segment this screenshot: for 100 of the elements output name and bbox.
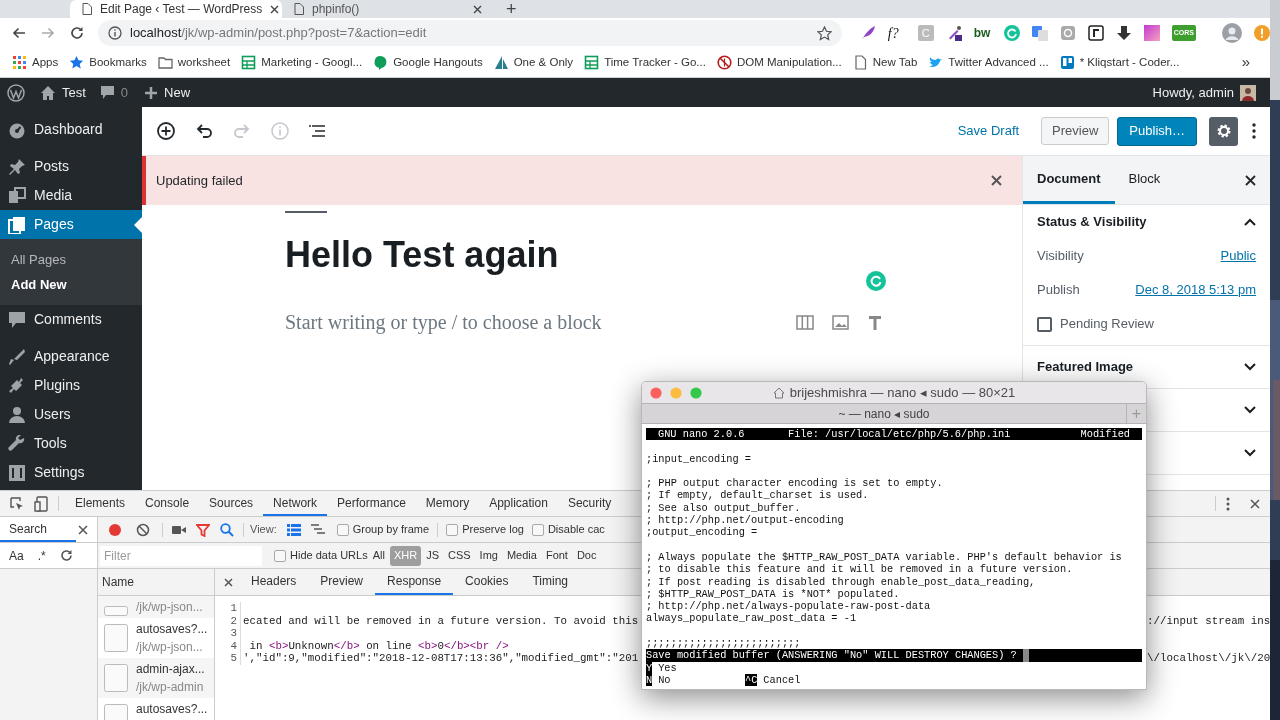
gradient-icon[interactable] — [1143, 25, 1160, 41]
bookmark[interactable]: Twitter Advanced ... — [928, 53, 1049, 72]
search-option-button[interactable]: .* — [37, 546, 46, 565]
bookmark[interactable]: Apps — [12, 53, 59, 72]
chevron-down-icon[interactable] — [1244, 406, 1256, 414]
panel-toggle[interactable]: Status & Visibility — [1037, 212, 1147, 232]
columns-icon[interactable] — [796, 314, 814, 330]
bookmark[interactable]: DOM Manipulation... — [716, 53, 842, 72]
browser-tab[interactable]: Edit Page ‹ Test — WordPress — [70, 0, 282, 18]
type-filter[interactable]: CSS — [443, 545, 475, 566]
field-value-link[interactable]: Public — [1220, 246, 1256, 266]
submenu-item[interactable]: All Pages — [0, 247, 142, 272]
chevron-up-icon[interactable] — [1244, 218, 1256, 226]
more-bookmarks-button[interactable]: » — [1241, 51, 1250, 74]
image-icon[interactable] — [832, 314, 849, 330]
extension-button[interactable]: bw — [973, 24, 992, 42]
devtools-tab[interactable]: Elements — [65, 491, 136, 516]
bookmark[interactable]: worksheet — [157, 53, 231, 72]
close-icon[interactable] — [473, 4, 482, 14]
bookmark[interactable]: Google Hangouts — [373, 53, 483, 72]
detail-tab[interactable]: Headers — [239, 569, 309, 595]
download-icon[interactable] — [1115, 25, 1132, 41]
waterfall-view-icon[interactable] — [310, 523, 325, 536]
devtools-tab[interactable]: Application — [479, 491, 558, 516]
search-icon[interactable] — [220, 522, 234, 537]
reload-icon[interactable] — [70, 26, 84, 40]
type-filter[interactable]: All — [368, 545, 389, 566]
chevron-down-icon[interactable] — [1244, 449, 1256, 457]
undo-icon[interactable] — [194, 121, 214, 141]
sidebar-tab[interactable]: Block — [1114, 156, 1175, 204]
close-icon[interactable] — [991, 175, 1002, 186]
request-row[interactable]: admin-ajax... /jk/wp-admin — [98, 658, 214, 698]
address-bar[interactable]: localhost/jk/wp-admin/post.php?post=7&action=edit — [98, 20, 842, 46]
menu-item[interactable]: Posts — [0, 152, 142, 181]
type-filter[interactable]: Img — [475, 545, 502, 566]
settings-button[interactable] — [1209, 116, 1238, 146]
submenu-item[interactable]: Add New — [0, 272, 142, 297]
site-name-link[interactable]: Test — [62, 82, 86, 103]
device-icon[interactable] — [34, 495, 48, 512]
checkbox[interactable] — [446, 523, 459, 536]
bookmark[interactable]: * Kliqstart - Coder... — [1059, 53, 1180, 72]
content-placeholder[interactable]: Start writing or type / to choose a block — [285, 307, 602, 337]
chevron-down-icon[interactable] — [1244, 363, 1256, 371]
search-option-button[interactable]: Aa — [9, 546, 24, 565]
new-content-link[interactable]: New — [164, 82, 191, 103]
devtools-tab[interactable]: Memory — [415, 491, 480, 516]
detail-tab[interactable]: Response — [375, 569, 454, 595]
menu-item[interactable]: Comments — [0, 305, 142, 334]
frame-icon[interactable] — [1087, 25, 1104, 41]
more-options-icon[interactable] — [1252, 123, 1256, 139]
close-icon[interactable] — [224, 577, 233, 587]
devtools-tab[interactable]: Performance — [327, 491, 416, 516]
menu-item[interactable]: Appearance — [0, 342, 142, 371]
plus-icon[interactable] — [144, 85, 159, 100]
menu-item[interactable]: Plugins — [0, 371, 142, 400]
refresh-icon[interactable] — [59, 549, 73, 562]
devtools-tab[interactable]: Console — [135, 491, 200, 516]
detail-tab[interactable]: Preview — [308, 569, 376, 595]
field-value-link[interactable]: Dec 8, 2018 5:13 pm — [1135, 280, 1256, 300]
new-tab-button[interactable]: + — [506, 0, 517, 18]
back-icon[interactable] — [12, 27, 26, 39]
bookmark[interactable]: New Tab — [852, 53, 918, 72]
checkbox[interactable] — [531, 523, 544, 536]
heading-icon[interactable] — [868, 314, 882, 330]
terminal-tab[interactable]: ~ — nano ◂ sudo — [642, 404, 1126, 423]
clear-icon[interactable] — [136, 522, 150, 537]
bookmark[interactable]: One & Only — [493, 53, 574, 72]
detail-tab[interactable]: Timing — [520, 569, 580, 595]
menu-item[interactable]: Pages — [0, 210, 142, 239]
type-filter[interactable]: JS — [422, 545, 443, 566]
publish-button[interactable]: Publish… — [1117, 116, 1197, 146]
filter-field[interactable]: Filter — [100, 545, 262, 566]
panel-toggle[interactable]: Featured Image — [1037, 357, 1134, 377]
star-icon[interactable] — [816, 25, 832, 41]
record-icon[interactable] — [108, 522, 122, 537]
close-icon[interactable] — [1245, 174, 1256, 186]
menu-item[interactable]: Media — [0, 181, 142, 210]
comment-icon[interactable] — [99, 85, 115, 100]
menu-item[interactable]: Settings — [0, 458, 142, 487]
bookmark[interactable]: Bookmarks — [69, 53, 147, 72]
bookmark[interactable]: Marketing - Googl... — [241, 53, 363, 72]
detail-tab[interactable]: Cookies — [453, 569, 521, 595]
search-tab[interactable]: Search — [0, 517, 76, 542]
add-block-icon[interactable] — [156, 121, 176, 141]
bookmark[interactable]: Time Tracker - Go... — [584, 53, 706, 72]
devtools-tab[interactable]: Security — [557, 491, 622, 516]
close-dot-icon[interactable] — [650, 386, 662, 399]
checkbox[interactable] — [274, 549, 286, 562]
avatar-icon[interactable] — [1240, 84, 1256, 101]
devtools-tab[interactable]: Sources — [199, 491, 264, 516]
checkbox[interactable] — [336, 523, 349, 536]
save-draft-link[interactable]: Save Draft — [957, 121, 1020, 141]
menu-item[interactable]: Dashboard — [0, 115, 142, 144]
menu-item[interactable]: Users — [0, 400, 142, 429]
menu-item[interactable]: Tools — [0, 429, 142, 458]
sidebar-tab[interactable]: Document — [1023, 156, 1115, 204]
checkbox[interactable] — [1037, 316, 1052, 332]
close-icon[interactable] — [78, 524, 88, 535]
translate-icon[interactable] — [1031, 25, 1048, 41]
more-options-icon[interactable] — [1226, 496, 1230, 511]
